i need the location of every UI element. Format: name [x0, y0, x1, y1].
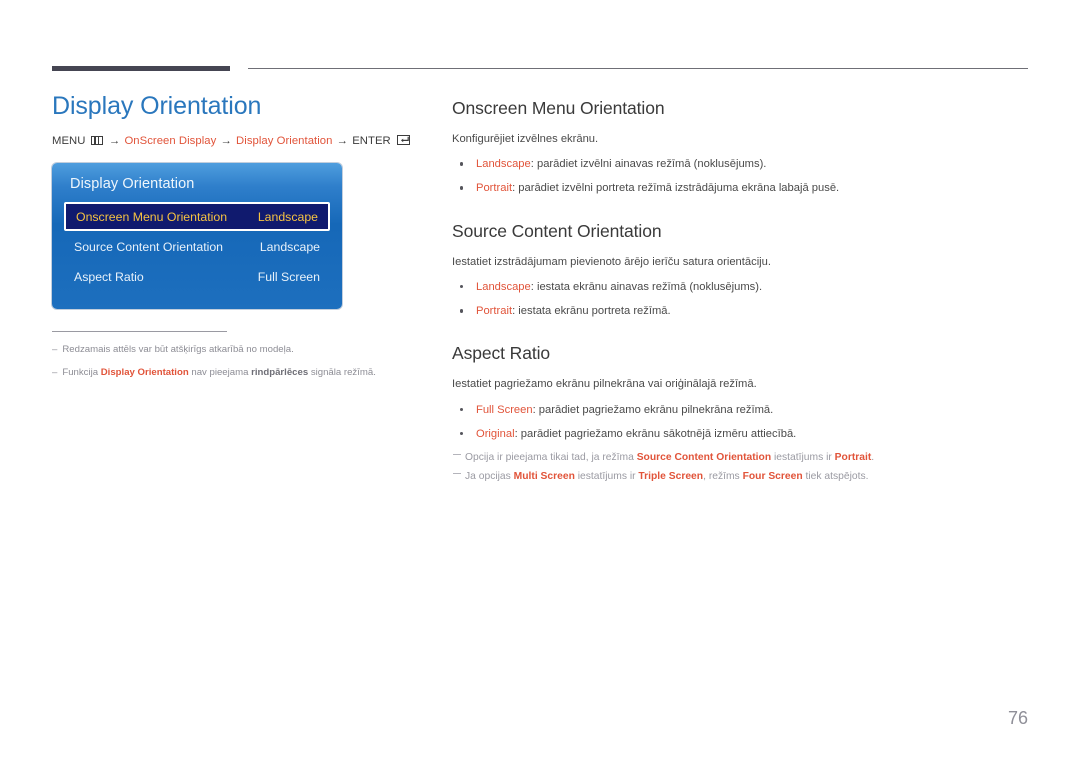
menu-bars-icon [90, 136, 103, 145]
note-1-text-part-4: . [871, 452, 875, 464]
note-1-text-part-3: Portrait [834, 452, 872, 464]
breadcrumb-enter-label: ENTER [352, 135, 391, 147]
footnote-2-text-part-0: Funkcija [62, 367, 101, 379]
osd-row-source-content-orientation[interactable]: Source Content Orientation Landscape [64, 233, 330, 261]
footnote-dash: – [52, 344, 58, 355]
osd-row-label: Onscreen Menu Orientation [76, 209, 228, 224]
enter-return-icon [396, 135, 410, 145]
breadcrumb-menu-label: MENU [52, 135, 86, 147]
footnote-1: – Redzamais attēls var būt atšķirīgs atka… [52, 343, 424, 357]
note-2-text-part-1: Multi Screen [513, 471, 575, 483]
osd-row-label: Source Content Orientation [74, 240, 224, 254]
bullet-term: Portrait [476, 305, 513, 318]
bullet-description: : parādiet pagriežamo ekrānu sākotnējā i… [514, 427, 797, 440]
note-1-text-part-1: Source Content Orientation [636, 452, 772, 464]
bullet-description: : parādiet izvēlni ainavas režīmā (noklu… [530, 158, 767, 171]
bullet-term: Original [476, 427, 515, 440]
right-column: Onscreen Menu Orientation Konfigurējiet i… [452, 98, 1042, 488]
bullet-item: Portrait: parādiet izvēlni portreta režī… [452, 180, 1042, 196]
page-root: { "colors": { "accent": "#e1543a", "head… [0, 0, 1080, 763]
bullet-term: Landscape [476, 280, 531, 293]
bullet-item: Original: parādiet pagriežamo ekrānu sāk… [452, 426, 1042, 442]
osd-row-value: Landscape [259, 240, 320, 254]
section-1: Onscreen Menu Orientation Konfigurējiet i… [452, 98, 1042, 197]
breadcrumb-item-display-orientation[interactable]: Display Orientation [236, 135, 332, 147]
note-1: Opcija ir pieejama tikai tad, ja režīma … [452, 450, 1042, 466]
section-2: Source Content Orientation Iestatiet izst… [452, 221, 1042, 320]
bullet-item: Landscape: iestata ekrānu ainavas režīmā… [452, 279, 1042, 295]
bullet-term: Portrait [476, 182, 513, 195]
note-2-text-part-5: Four Screen [742, 471, 803, 483]
note-2-text-part-3: Triple Screen [638, 471, 704, 483]
breadcrumb: MENU → OnScreen Display → Display Orient… [52, 135, 424, 147]
note-1-text-part-2: iestatījums ir [771, 452, 835, 464]
osd-row-label: Aspect Ratio [74, 270, 144, 284]
osd-menu-title: Display Orientation [70, 176, 195, 192]
footnote-2: – Funkcija Display Orientation nav pieeja… [52, 366, 424, 380]
bullet-item: Full Screen: parādiet pagriežamo ekrānu … [452, 402, 1042, 418]
breadcrumb-arrow-1: → [108, 135, 121, 147]
section-lead-text: Iestatiet pagriežamo ekrānu pilnekrāna v… [452, 378, 757, 391]
footnote-2-text-part-4: signāla režīmā. [308, 367, 376, 379]
section-bullet-list: Landscape: iestata ekrānu ainavas režīmā… [452, 279, 1042, 319]
bullet-description: : iestata ekrānu portreta režīmā. [512, 305, 671, 318]
breadcrumb-arrow-2: → [220, 135, 232, 147]
bullet-description: : iestata ekrānu ainavas režīmā (noklusē… [530, 280, 763, 293]
note-2: Ja opcijas Multi Screen iestatījums ir T… [452, 469, 1042, 485]
section-title: Source Content Orientation [452, 220, 662, 241]
section-note-list: Opcija ir pieejama tikai tad, ja režīma … [452, 450, 1042, 485]
breadcrumb-arrow-3: → [336, 135, 348, 147]
footnote-divider [52, 331, 227, 332]
note-2-text-part-2: iestatījums ir [574, 471, 639, 483]
section-3: Aspect Ratio Iestatiet pagriežamo ekrānu … [452, 343, 1042, 485]
bullet-description: : parādiet izvēlni portreta režīmā izstr… [512, 182, 840, 195]
bullet-description: : parādiet pagriežamo ekrānu pilnekrāna … [532, 403, 774, 416]
header-thin-rule [248, 68, 1028, 69]
bullet-term: Full Screen [476, 403, 533, 416]
bullet-item: Portrait: iestata ekrānu portreta režīmā… [452, 303, 1042, 319]
osd-row-value: Landscape [257, 209, 318, 224]
footnote-1-text-part-0: Redzamais attēls var būt atšķirīgs atkar… [62, 344, 294, 355]
section-bullet-list: Full Screen: parādiet pagriežamo ekrānu … [452, 402, 1042, 442]
bullet-item: Landscape: parādiet izvēlni ainavas režī… [452, 156, 1042, 172]
footnote-2-text-part-3: rindpārlēces [251, 367, 309, 379]
page-number: 76 [1007, 708, 1028, 728]
note-2-text-part-4: , režīms [703, 471, 743, 483]
left-column: Display Orientation MENU → OnScreen Disp… [52, 92, 424, 390]
footnote-list: – Redzamais attēls var būt atšķirīgs atka… [52, 343, 424, 381]
osd-row-value: Full Screen [257, 270, 320, 284]
note-2-text-part-0: Ja opcijas [465, 471, 514, 483]
footnote-2-text-part-1: Display Orientation [100, 367, 189, 379]
section-title: Onscreen Menu Orientation [452, 98, 665, 118]
section-title: Aspect Ratio [452, 343, 551, 364]
osd-menu-rows: Onscreen Menu Orientation Landscape Sour… [52, 202, 342, 291]
note-1-text-part-0: Opcija ir pieejama tikai tad, ja režīma [465, 452, 637, 464]
header-accent-rule [52, 66, 230, 71]
footnote-dash: – [52, 367, 58, 379]
section-list: Onscreen Menu Orientation Konfigurējiet i… [452, 98, 1042, 485]
bullet-term: Landscape [476, 158, 531, 171]
breadcrumb-item-onscreen-display[interactable]: OnScreen Display [124, 135, 216, 147]
note-2-text-part-6: tiek atspējots. [802, 471, 869, 483]
page-title: Display Orientation [52, 92, 262, 120]
section-bullet-list: Landscape: parādiet izvēlni ainavas režī… [452, 156, 1042, 196]
osd-row-aspect-ratio[interactable]: Aspect Ratio Full Screen [64, 263, 330, 291]
section-lead-text: Iestatiet izstrādājumam pievienoto ārējo… [452, 255, 772, 268]
osd-menu-panel: Display Orientation Onscreen Menu Orient… [52, 163, 342, 309]
section-lead-text: Konfigurējiet izvēlnes ekrānu. [452, 133, 599, 145]
footnote-2-text-part-2: nav pieejama [188, 367, 252, 379]
osd-row-onscreen-menu-orientation[interactable]: Onscreen Menu Orientation Landscape [64, 202, 330, 231]
